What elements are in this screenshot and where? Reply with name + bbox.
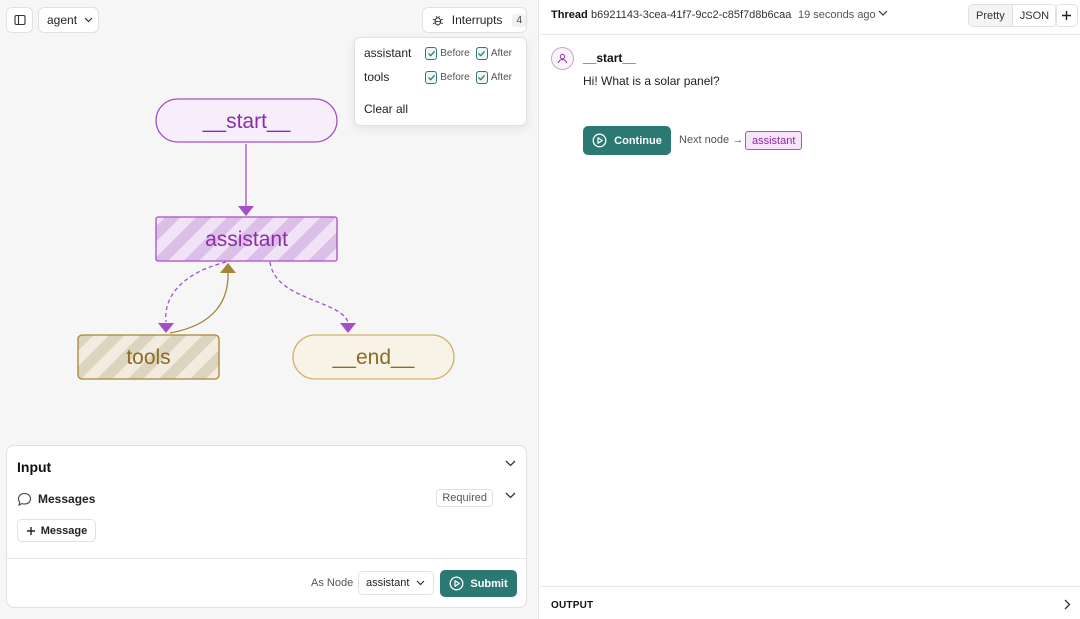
agent-select[interactable]: agent: [38, 7, 99, 33]
node-tools-label: tools: [126, 346, 170, 369]
messages-label: Messages: [38, 492, 96, 506]
after-checkbox[interactable]: [475, 46, 488, 60]
new-thread-button[interactable]: [1055, 4, 1078, 27]
as-node-label: As Node: [311, 577, 354, 589]
interrupt-node-name: assistant: [364, 46, 412, 60]
interrupts-menu: assistant Before After tools Before Afte…: [354, 37, 527, 126]
node-end[interactable]: __end__: [292, 334, 455, 380]
node-assistant-label: assistant: [205, 228, 288, 251]
sidebar-toggle-button[interactable]: [6, 7, 33, 33]
submit-button[interactable]: Submit: [440, 570, 517, 597]
thread-label: Thread: [551, 9, 588, 21]
agent-select-label: agent: [47, 13, 78, 27]
arrowhead: [158, 323, 174, 333]
view-toggle: Pretty JSON: [968, 4, 1058, 27]
output-label: OUTPUT: [551, 600, 594, 611]
input-footer: As Node assistant Submit: [7, 558, 526, 608]
play-circle-icon: [592, 133, 607, 148]
after-label: After: [490, 71, 512, 83]
plus-icon: [1062, 11, 1071, 20]
input-panel: Input Messages Required Message As Node …: [6, 445, 527, 608]
arrowhead: [238, 206, 254, 216]
required-badge: Required: [436, 489, 493, 507]
before-checkbox[interactable]: [425, 46, 438, 60]
edge-tools-assistant: [169, 271, 229, 334]
add-message-button[interactable]: Message: [17, 519, 96, 542]
thread-timestamp: 19 seconds ago: [798, 9, 876, 21]
after-checkbox[interactable]: [475, 70, 488, 84]
before-label: Before: [440, 71, 470, 83]
as-node-select[interactable]: assistant: [358, 571, 434, 595]
graph-pane: agent Interrupts 4 __start__ assistant t…: [0, 0, 539, 619]
continue-label: Continue: [614, 134, 662, 147]
chevron-down-icon: [416, 580, 425, 586]
continue-button[interactable]: Continue: [583, 126, 671, 155]
messages-field: Messages Required: [17, 489, 516, 509]
message-node-name: __start__: [583, 51, 636, 65]
arrowhead: [340, 323, 356, 333]
chevron-down-icon[interactable]: [505, 460, 516, 467]
check-icon: [478, 74, 486, 81]
edge-assistant-end: [269, 261, 349, 323]
tab-json[interactable]: JSON: [1013, 5, 1056, 26]
thread-pane: Thread b6921143-3cea-41f7-9cc2-c85f7d8b6…: [540, 0, 1080, 619]
check-icon: [478, 50, 486, 57]
next-node-badge: assistant: [745, 131, 803, 150]
node-tools[interactable]: tools: [77, 334, 220, 380]
after-label: After: [490, 47, 512, 59]
as-node-value: assistant: [366, 577, 410, 589]
node-start[interactable]: __start__: [155, 98, 338, 143]
submit-label: Submit: [470, 577, 508, 590]
interrupts-count-badge: 4: [512, 13, 526, 27]
arrowhead: [220, 263, 236, 273]
edge-assistant-tools: [165, 261, 227, 323]
check-icon: [427, 74, 435, 81]
tab-pretty[interactable]: Pretty: [969, 5, 1013, 26]
user-icon: [558, 53, 567, 64]
chevron-down-icon: [84, 17, 93, 23]
thread-header: Thread b6921143-3cea-41f7-9cc2-c85f7d8b6…: [540, 0, 1080, 35]
chevron-right-icon[interactable]: [1064, 599, 1071, 610]
node-start-label: __start__: [202, 110, 291, 133]
avatar: [551, 47, 574, 70]
interrupts-button[interactable]: Interrupts 4: [422, 7, 527, 33]
play-circle-icon: [449, 576, 464, 591]
interrupts-label: Interrupts: [451, 13, 503, 27]
clear-all-button[interactable]: Clear all: [364, 102, 408, 116]
chevron-down-icon[interactable]: [878, 10, 888, 17]
sidebar-icon: [13, 14, 26, 26]
check-icon: [427, 50, 435, 57]
output-section[interactable]: OUTPUT: [540, 586, 1080, 619]
before-label: Before: [440, 47, 470, 59]
input-title: Input: [17, 459, 52, 475]
chat-bubble-icon: [17, 492, 32, 506]
thread-id[interactable]: b6921143-3cea-41f7-9cc2-c85f7d8b6caa: [591, 9, 791, 21]
interrupt-row-tools: tools Before After: [364, 70, 518, 84]
next-node-label: Next node →: [679, 134, 744, 146]
bug-icon: [432, 15, 443, 26]
plus-icon: [26, 526, 35, 535]
node-assistant[interactable]: assistant: [155, 216, 338, 262]
chevron-down-icon[interactable]: [505, 492, 516, 499]
interrupt-row-assistant: assistant Before After: [364, 46, 518, 60]
add-message-label: Message: [40, 524, 88, 537]
node-end-label: __end__: [332, 346, 415, 369]
message-text: Hi! What is a solar panel?: [583, 74, 720, 88]
interrupt-node-name: tools: [364, 70, 390, 84]
before-checkbox[interactable]: [425, 70, 438, 84]
